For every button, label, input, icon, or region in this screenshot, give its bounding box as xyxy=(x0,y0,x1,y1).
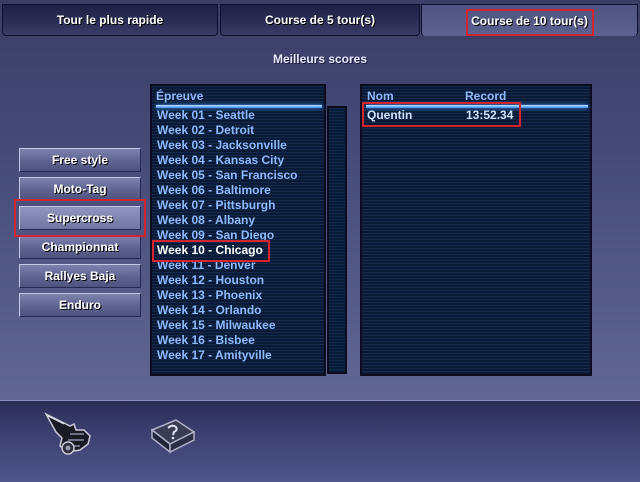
event-item-week-10[interactable]: Week 10 - Chicago xyxy=(157,243,298,258)
section-title: Meilleurs scores xyxy=(272,52,368,66)
event-item-week-04[interactable]: Week 04 - Kansas City xyxy=(157,153,298,168)
tab-fastest-lap[interactable]: Tour le plus rapide xyxy=(2,4,218,36)
event-item-week-14[interactable]: Week 14 - Orlando xyxy=(157,303,298,318)
tab-label: Tour le plus rapide xyxy=(56,13,164,27)
mode-button-label: Championnat xyxy=(41,240,119,254)
event-item-week-08[interactable]: Week 08 - Albany xyxy=(157,213,298,228)
event-item-week-13[interactable]: Week 13 - Phoenix xyxy=(157,288,298,303)
event-item-week-16[interactable]: Week 16 - Bisbee xyxy=(157,333,298,348)
pointing-hand-icon[interactable] xyxy=(40,404,98,458)
tab-10-laps[interactable]: Course de 10 tour(s) xyxy=(421,4,638,36)
score-row-name: Quentin xyxy=(367,108,413,122)
event-item-week-02[interactable]: Week 02 - Detroit xyxy=(157,123,298,138)
mode-button-free-style[interactable]: Free style xyxy=(19,148,141,172)
events-list: Week 01 - Seattle Week 02 - Detroit Week… xyxy=(157,108,298,363)
tab-5-laps[interactable]: Course de 5 tour(s) xyxy=(220,4,420,36)
events-scrollbar[interactable] xyxy=(327,106,347,374)
event-item-week-06[interactable]: Week 06 - Baltimore xyxy=(157,183,298,198)
event-item-week-07[interactable]: Week 07 - Pittsburgh xyxy=(157,198,298,213)
score-row-record: 13:52.34 xyxy=(466,108,514,122)
mode-button-moto-tag[interactable]: Moto-Tag xyxy=(19,177,141,201)
event-item-week-01[interactable]: Week 01 - Seattle xyxy=(157,108,298,123)
event-item-week-05[interactable]: Week 05 - San Francisco xyxy=(157,168,298,183)
tab-label: Course de 10 tour(s) xyxy=(471,13,588,28)
event-item-week-03[interactable]: Week 03 - Jacksonville xyxy=(157,138,298,153)
scores-panel: Nom Record xyxy=(360,84,592,376)
tab-bar: Tour le plus rapide Course de 5 tour(s) … xyxy=(0,0,640,40)
tab-label: Course de 5 tour(s) xyxy=(264,13,375,27)
scores-header-name: Nom xyxy=(367,89,394,103)
mode-button-championnat[interactable]: Championnat xyxy=(19,235,141,259)
help-book-icon[interactable] xyxy=(148,416,198,456)
scores-header-record: Record xyxy=(465,89,507,103)
event-item-week-11[interactable]: Week 11 - Denver xyxy=(157,258,298,273)
mode-button-label: Free style xyxy=(51,153,109,167)
event-item-week-12[interactable]: Week 12 - Houston xyxy=(157,273,298,288)
mode-button-label: Enduro xyxy=(59,298,101,312)
mode-button-label: Rallyes Baja xyxy=(44,269,116,283)
mode-button-supercross[interactable]: Supercross xyxy=(19,206,141,230)
mode-button-label: Supercross xyxy=(46,211,114,225)
mode-button-enduro[interactable]: Enduro xyxy=(19,293,141,317)
mode-button-label: Moto-Tag xyxy=(53,182,107,196)
event-item-week-15[interactable]: Week 15 - Milwaukee xyxy=(157,318,298,333)
mode-button-rallyes-baja[interactable]: Rallyes Baja xyxy=(19,264,141,288)
events-header: Épreuve xyxy=(156,89,204,103)
event-item-week-17[interactable]: Week 17 - Amityville xyxy=(157,348,298,363)
event-item-week-09[interactable]: Week 09 - San Diego xyxy=(157,228,298,243)
